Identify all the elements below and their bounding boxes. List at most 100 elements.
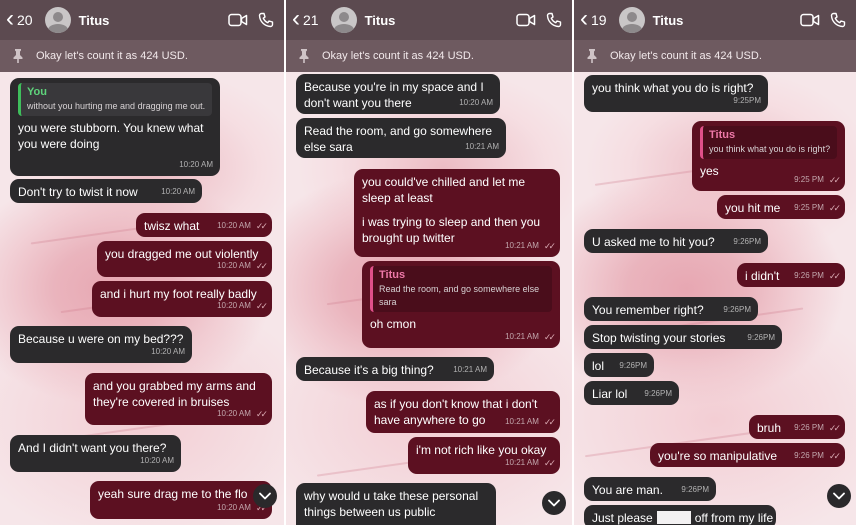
scroll-down-button[interactable] (827, 484, 851, 508)
back-chevron-icon: ‹ (6, 4, 14, 32)
reply-author: Titus (709, 129, 736, 141)
message-time: 10:20 AM (179, 160, 213, 169)
back-button[interactable]: ‹ 20 (6, 4, 33, 32)
message-time: 9:26PM (681, 485, 709, 494)
message-bubble[interactable]: Because u were on my bed??? 10:20 AM (10, 326, 192, 363)
message-time: 9:26PM (644, 389, 672, 398)
message-bubble[interactable]: lol 9:26PM (584, 353, 654, 377)
pinned-message-bar[interactable]: Okay let's count it as 424 USD. (574, 40, 856, 72)
message-bubble[interactable]: and i hurt my foot really badly 10:20 AM… (92, 281, 272, 317)
message-bubble[interactable]: U asked me to hit you? 9:26PM (584, 229, 768, 253)
reply-author: Titus (379, 269, 406, 281)
video-call-icon[interactable] (516, 13, 536, 27)
message-bubble[interactable]: Just please off from my life (584, 505, 776, 525)
contact-name[interactable]: Titus (365, 13, 516, 28)
message-bubble[interactable]: bruh 9:26 PM ✓✓ (749, 415, 845, 439)
avatar-icon[interactable] (618, 7, 645, 33)
video-call-icon[interactable] (800, 13, 820, 27)
message-bubble[interactable]: and you grabbed my arms and they're cove… (85, 373, 272, 425)
message-bubble[interactable]: Titus you think what you do is right? ye… (692, 121, 845, 191)
reply-author: You (27, 86, 47, 98)
message-bubble[interactable]: you think what you do is right? 9:25PM (584, 75, 768, 112)
chat-header: ‹ 21 Titus (286, 0, 572, 40)
unread-count: 21 (303, 12, 319, 28)
message-text: you could've chilled and let me sleep at… (362, 175, 526, 205)
pinned-message-bar[interactable]: Okay let's count it as 424 USD. (286, 40, 572, 72)
reply-quote[interactable]: You without you hurting me and dragging … (18, 83, 212, 116)
read-ticks-icon: ✓✓ (828, 175, 841, 185)
message-time: 10:21 AM ✓✓ (505, 414, 556, 430)
chat-panel-2: ‹ 21 Titus Okay let's count it as 424 US… (286, 0, 572, 525)
unread-count: 20 (17, 12, 33, 28)
message-bubble[interactable]: Because you're in my space and I don't w… (296, 74, 500, 114)
chat-header: ‹ 19 Titus (574, 0, 856, 40)
pinned-message-bar[interactable]: Okay let's count it as 424 USD. (0, 40, 284, 72)
message-text: Just please off from my life (592, 511, 774, 525)
reply-text: Read the room, and go somewhere else sar… (379, 284, 540, 307)
message-bubble[interactable]: you could've chilled and let me sleep at… (354, 169, 560, 257)
message-time: 10:20 AM ✓✓ (217, 298, 268, 314)
contact-name[interactable]: Titus (79, 13, 228, 28)
redacted-word (656, 511, 691, 524)
message-bubble[interactable]: why would u take these personal things b… (296, 483, 496, 525)
message-text: you were stubborn. You knew what you wer… (18, 121, 204, 151)
message-bubble[interactable]: twisz what 10:20 AM ✓✓ (136, 213, 272, 237)
message-bubble[interactable]: You remember right? 9:26PM (584, 297, 758, 321)
message-time: 10:21 AM ✓✓ (505, 455, 556, 471)
message-bubble[interactable]: You are man. 9:26PM (584, 477, 716, 501)
message-bubble[interactable]: Because it's a big thing? 10:21 AM (296, 357, 494, 381)
message-time: 9:26PM (619, 361, 647, 370)
message-bubble[interactable]: Liar lol 9:26PM (584, 381, 679, 405)
message-time: 10:20 AM ✓✓ (217, 406, 268, 422)
phone-icon[interactable] (258, 12, 274, 28)
contact-name[interactable]: Titus (653, 13, 800, 28)
chat-header: ‹ 20 Titus (0, 0, 284, 40)
pin-icon (12, 48, 26, 64)
message-bubble[interactable]: Don't try to twist it now 10:20 AM (10, 179, 202, 203)
message-time: 9:25 PM ✓✓ (794, 200, 841, 216)
phone-icon[interactable] (830, 12, 846, 28)
message-time: 9:26 PM ✓✓ (794, 268, 841, 284)
message-time: 10:20 AM (151, 347, 185, 356)
pin-icon (298, 48, 312, 64)
back-button[interactable]: ‹ 21 (292, 6, 319, 31)
message-bubble[interactable]: as if you don't know that i don't have a… (366, 391, 560, 433)
video-call-icon[interactable] (228, 13, 248, 27)
reply-quote[interactable]: Titus Read the room, and go somewhere el… (370, 266, 552, 312)
pinned-text: Okay let's count it as 424 USD. (610, 50, 762, 62)
message-bubble[interactable]: yeah sure drag me to the flo 10:20 AM ✓✓ (90, 481, 272, 519)
read-ticks-icon: ✓✓ (255, 409, 268, 419)
message-bubble[interactable]: And I didn't want you there? 10:20 AM (10, 435, 181, 472)
message-bubble[interactable]: Read the room, and go somewhere else sar… (296, 118, 506, 158)
avatar-icon[interactable] (44, 7, 71, 33)
read-ticks-icon: ✓✓ (828, 271, 841, 281)
phone-icon[interactable] (546, 12, 562, 28)
scroll-down-button[interactable] (253, 484, 277, 508)
back-button[interactable]: ‹ 19 (580, 6, 607, 31)
message-bubble[interactable]: you're so manipulative 9:26 PM ✓✓ (650, 443, 845, 467)
message-time: 9:26PM (723, 305, 751, 314)
message-bubble[interactable]: you hit me 9:25 PM ✓✓ (717, 195, 845, 219)
reply-quote[interactable]: Titus you think what you do is right? (700, 126, 837, 159)
message-bubble[interactable]: Stop twisting your stories 9:26PM (584, 325, 782, 349)
reply-text: without you hurting me and dragging me o… (27, 101, 206, 111)
message-time: 10:20 AM (161, 187, 195, 196)
read-ticks-icon: ✓✓ (828, 451, 841, 461)
chat-panel-1: ‹ 20 Titus Okay let's count it as 424 US… (0, 0, 284, 525)
read-ticks-icon: ✓✓ (255, 301, 268, 311)
read-ticks-icon: ✓✓ (543, 332, 556, 342)
avatar-icon[interactable] (330, 7, 357, 33)
message-bubble[interactable]: i'm not rich like you okay 10:21 AM ✓✓ (408, 437, 560, 474)
message-time: 9:25 PM ✓✓ (794, 172, 841, 188)
read-ticks-icon: ✓✓ (543, 241, 556, 251)
message-bubble[interactable]: Titus Read the room, and go somewhere el… (362, 261, 560, 348)
message-time: 9:26PM (747, 333, 775, 342)
message-bubble[interactable]: You without you hurting me and dragging … (10, 78, 220, 176)
read-ticks-icon: ✓✓ (828, 423, 841, 433)
message-bubble[interactable]: you dragged me out violently 10:20 AM ✓✓ (97, 241, 272, 277)
message-time: 10:20 AM (459, 98, 493, 107)
message-time: 10:20 AM (140, 456, 174, 465)
message-time: 10:20 AM ✓✓ (217, 258, 268, 274)
message-bubble[interactable]: i didn't 9:26 PM ✓✓ (737, 263, 845, 287)
scroll-down-button[interactable] (542, 491, 566, 515)
